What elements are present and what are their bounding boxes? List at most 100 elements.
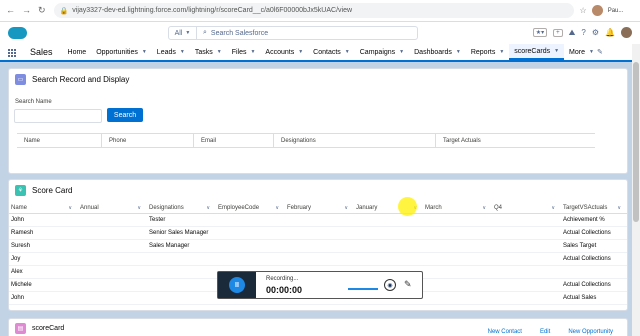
table-row[interactable]: Suresh Sales Manager Sales Target	[9, 240, 627, 253]
star-icon[interactable]: ☆	[580, 6, 587, 15]
nav-item-opportunities[interactable]: Opportunities ▼	[91, 44, 152, 60]
trailhead-icon[interactable]: ⛰	[569, 28, 576, 38]
browser-toolbar: ← → ↻ 🔒 vijay3327-dev-ed.lightning.force…	[0, 0, 640, 22]
column-header-employeecode[interactable]: EmployeeCode ∨	[216, 202, 285, 213]
cell-target: Actual Sales	[563, 295, 597, 301]
column-header-q4[interactable]: Q4 ∨	[492, 202, 561, 213]
nav-item-more[interactable]: More ▼ ✎	[564, 44, 608, 60]
nav-item-home[interactable]: Home	[63, 44, 92, 60]
nav-item-contacts[interactable]: Contacts ▼	[308, 44, 355, 60]
volume-slider[interactable]	[348, 288, 378, 290]
header-actions: ★▾ + ⛰ ? ⚙ 🔔	[532, 27, 632, 38]
new-contact-button[interactable]: New Contact	[488, 329, 522, 335]
cell-name: Suresh	[11, 243, 31, 249]
chevron-down-icon[interactable]: ▼	[217, 49, 222, 55]
search-input[interactable]: Search Salesforce	[211, 30, 268, 37]
cell-target: Actual Collections	[563, 230, 611, 236]
chevron-down-icon[interactable]: ▼	[142, 49, 147, 55]
table-row[interactable]: John Tester Achievement %	[9, 214, 627, 227]
pencil-icon[interactable]: ✎	[597, 48, 603, 56]
nav-item-campaigns[interactable]: Campaigns ▼	[355, 44, 409, 60]
nav-item-reports[interactable]: Reports ▼	[466, 44, 509, 60]
cursor-highlight	[398, 197, 417, 216]
chevron-down-icon[interactable]: ∨	[617, 205, 621, 211]
card-title: Search Record and Display	[32, 75, 130, 84]
app-launcher-icon[interactable]	[8, 49, 16, 57]
app-nav-bar: Sales Home Opportunities ▼ Leads ▼ Tasks ▼ …	[0, 44, 632, 62]
card-header: ⚘ Score Card	[9, 180, 627, 201]
column-header: Phone	[102, 134, 194, 147]
profile-name[interactable]: Pau...	[608, 8, 624, 14]
column-header-february[interactable]: February ∨	[285, 202, 354, 213]
recorder-info: Recording... 00:00:00	[266, 276, 302, 295]
pen-icon[interactable]: ✎	[404, 279, 412, 290]
browser-nav: ← → ↻	[6, 5, 46, 16]
search-name-input[interactable]	[14, 109, 102, 123]
cell-name: John	[11, 217, 25, 223]
nav-item-files[interactable]: Files ▼	[227, 44, 261, 60]
chevron-down-icon[interactable]: ▼	[499, 49, 504, 55]
chevron-down-icon[interactable]: ▼	[399, 49, 404, 55]
gear-icon[interactable]: ⚙	[592, 28, 599, 37]
nav-item-scorecards[interactable]: scoreCards ▼	[509, 44, 565, 60]
chevron-down-icon[interactable]: ∨	[482, 205, 486, 211]
chevron-down-icon[interactable]: ▼	[180, 49, 185, 55]
cell-name: Alex	[11, 269, 23, 275]
score-table-header: Name ∨ Annual ∨ Designations ∨ EmployeeCode…	[9, 202, 627, 214]
monitor-icon: ▭	[15, 74, 26, 85]
favorites-icon[interactable]: ★▾	[532, 28, 548, 37]
table-row[interactable]: Ramesh Senior Sales Manager Actual Colle…	[9, 227, 627, 240]
chevron-down-icon: ▼	[185, 30, 191, 36]
nav-item-tasks[interactable]: Tasks ▼	[190, 44, 227, 60]
chevron-down-icon[interactable]: ▼	[456, 49, 461, 55]
reload-icon[interactable]: ↻	[38, 5, 46, 16]
chevron-down-icon[interactable]: ▼	[345, 49, 350, 55]
cell-target: Achievement %	[563, 217, 605, 223]
column-header-annual[interactable]: Annual ∨	[78, 202, 147, 213]
app-name: Sales	[30, 47, 53, 57]
back-icon[interactable]: ←	[6, 5, 15, 16]
chevron-down-icon[interactable]: ▼	[589, 49, 594, 55]
cell-target	[561, 266, 627, 278]
chevron-down-icon[interactable]: ∨	[137, 205, 141, 211]
chevron-down-icon[interactable]: ∨	[68, 205, 72, 211]
webcam-icon[interactable]: ◉	[384, 279, 396, 291]
chevron-down-icon[interactable]: ▼	[298, 49, 303, 55]
column-header: Target Actuals	[443, 137, 481, 144]
cell-target: Actual Collections	[563, 256, 611, 262]
column-header-designations[interactable]: Designations ∨	[147, 202, 216, 213]
table-row[interactable]: Joy Actual Collections	[9, 253, 627, 266]
address-bar[interactable]: 🔒 vijay3327-dev-ed.lightning.force.com/l…	[53, 3, 574, 18]
column-header-targetvsactuals[interactable]: TargetVSActuals ∨	[561, 202, 627, 213]
global-actions-icon[interactable]: +	[553, 28, 563, 37]
chevron-down-icon[interactable]: ▼	[250, 49, 255, 55]
salesforce-logo[interactable]	[8, 27, 27, 39]
scorecard-icon: ⚘	[15, 185, 26, 196]
search-scope-select[interactable]: All ▼	[169, 27, 197, 39]
forward-icon[interactable]: →	[22, 5, 31, 16]
chevron-down-icon[interactable]: ▼	[554, 48, 559, 54]
chevron-down-icon[interactable]: ∨	[275, 205, 279, 211]
edit-button[interactable]: Edit	[540, 329, 550, 335]
chevron-down-icon[interactable]: ∨	[206, 205, 210, 211]
column-header-march[interactable]: March ∨	[423, 202, 492, 213]
record-actions: New Contact Edit New Opportunity	[488, 329, 613, 335]
chevron-down-icon[interactable]: ∨	[344, 205, 348, 211]
new-opportunity-button[interactable]: New Opportunity	[568, 329, 613, 335]
search-button[interactable]: Search	[107, 108, 143, 122]
profile-avatar[interactable]	[591, 5, 603, 16]
chevron-down-icon[interactable]: ∨	[551, 205, 555, 211]
pause-button[interactable]: II	[229, 277, 245, 293]
bell-icon[interactable]: 🔔	[605, 28, 615, 37]
nav-item-leads[interactable]: Leads ▼	[152, 44, 190, 60]
nav-item-accounts[interactable]: Accounts ▼	[260, 44, 308, 60]
scrollbar-thumb[interactable]	[633, 62, 639, 222]
help-icon[interactable]: ?	[581, 28, 585, 37]
page-scrollbar[interactable]	[632, 44, 640, 336]
screen-recorder-widget: II Recording... 00:00:00 ◉ ✎	[217, 271, 423, 299]
column-header-name[interactable]: Name ∨	[9, 202, 78, 213]
nav-item-dashboards[interactable]: Dashboards ▼	[409, 44, 466, 60]
avatar[interactable]	[621, 27, 632, 38]
global-search: All ▼ ⌕ Search Salesforce	[168, 26, 418, 40]
cell-name: John	[11, 295, 25, 301]
